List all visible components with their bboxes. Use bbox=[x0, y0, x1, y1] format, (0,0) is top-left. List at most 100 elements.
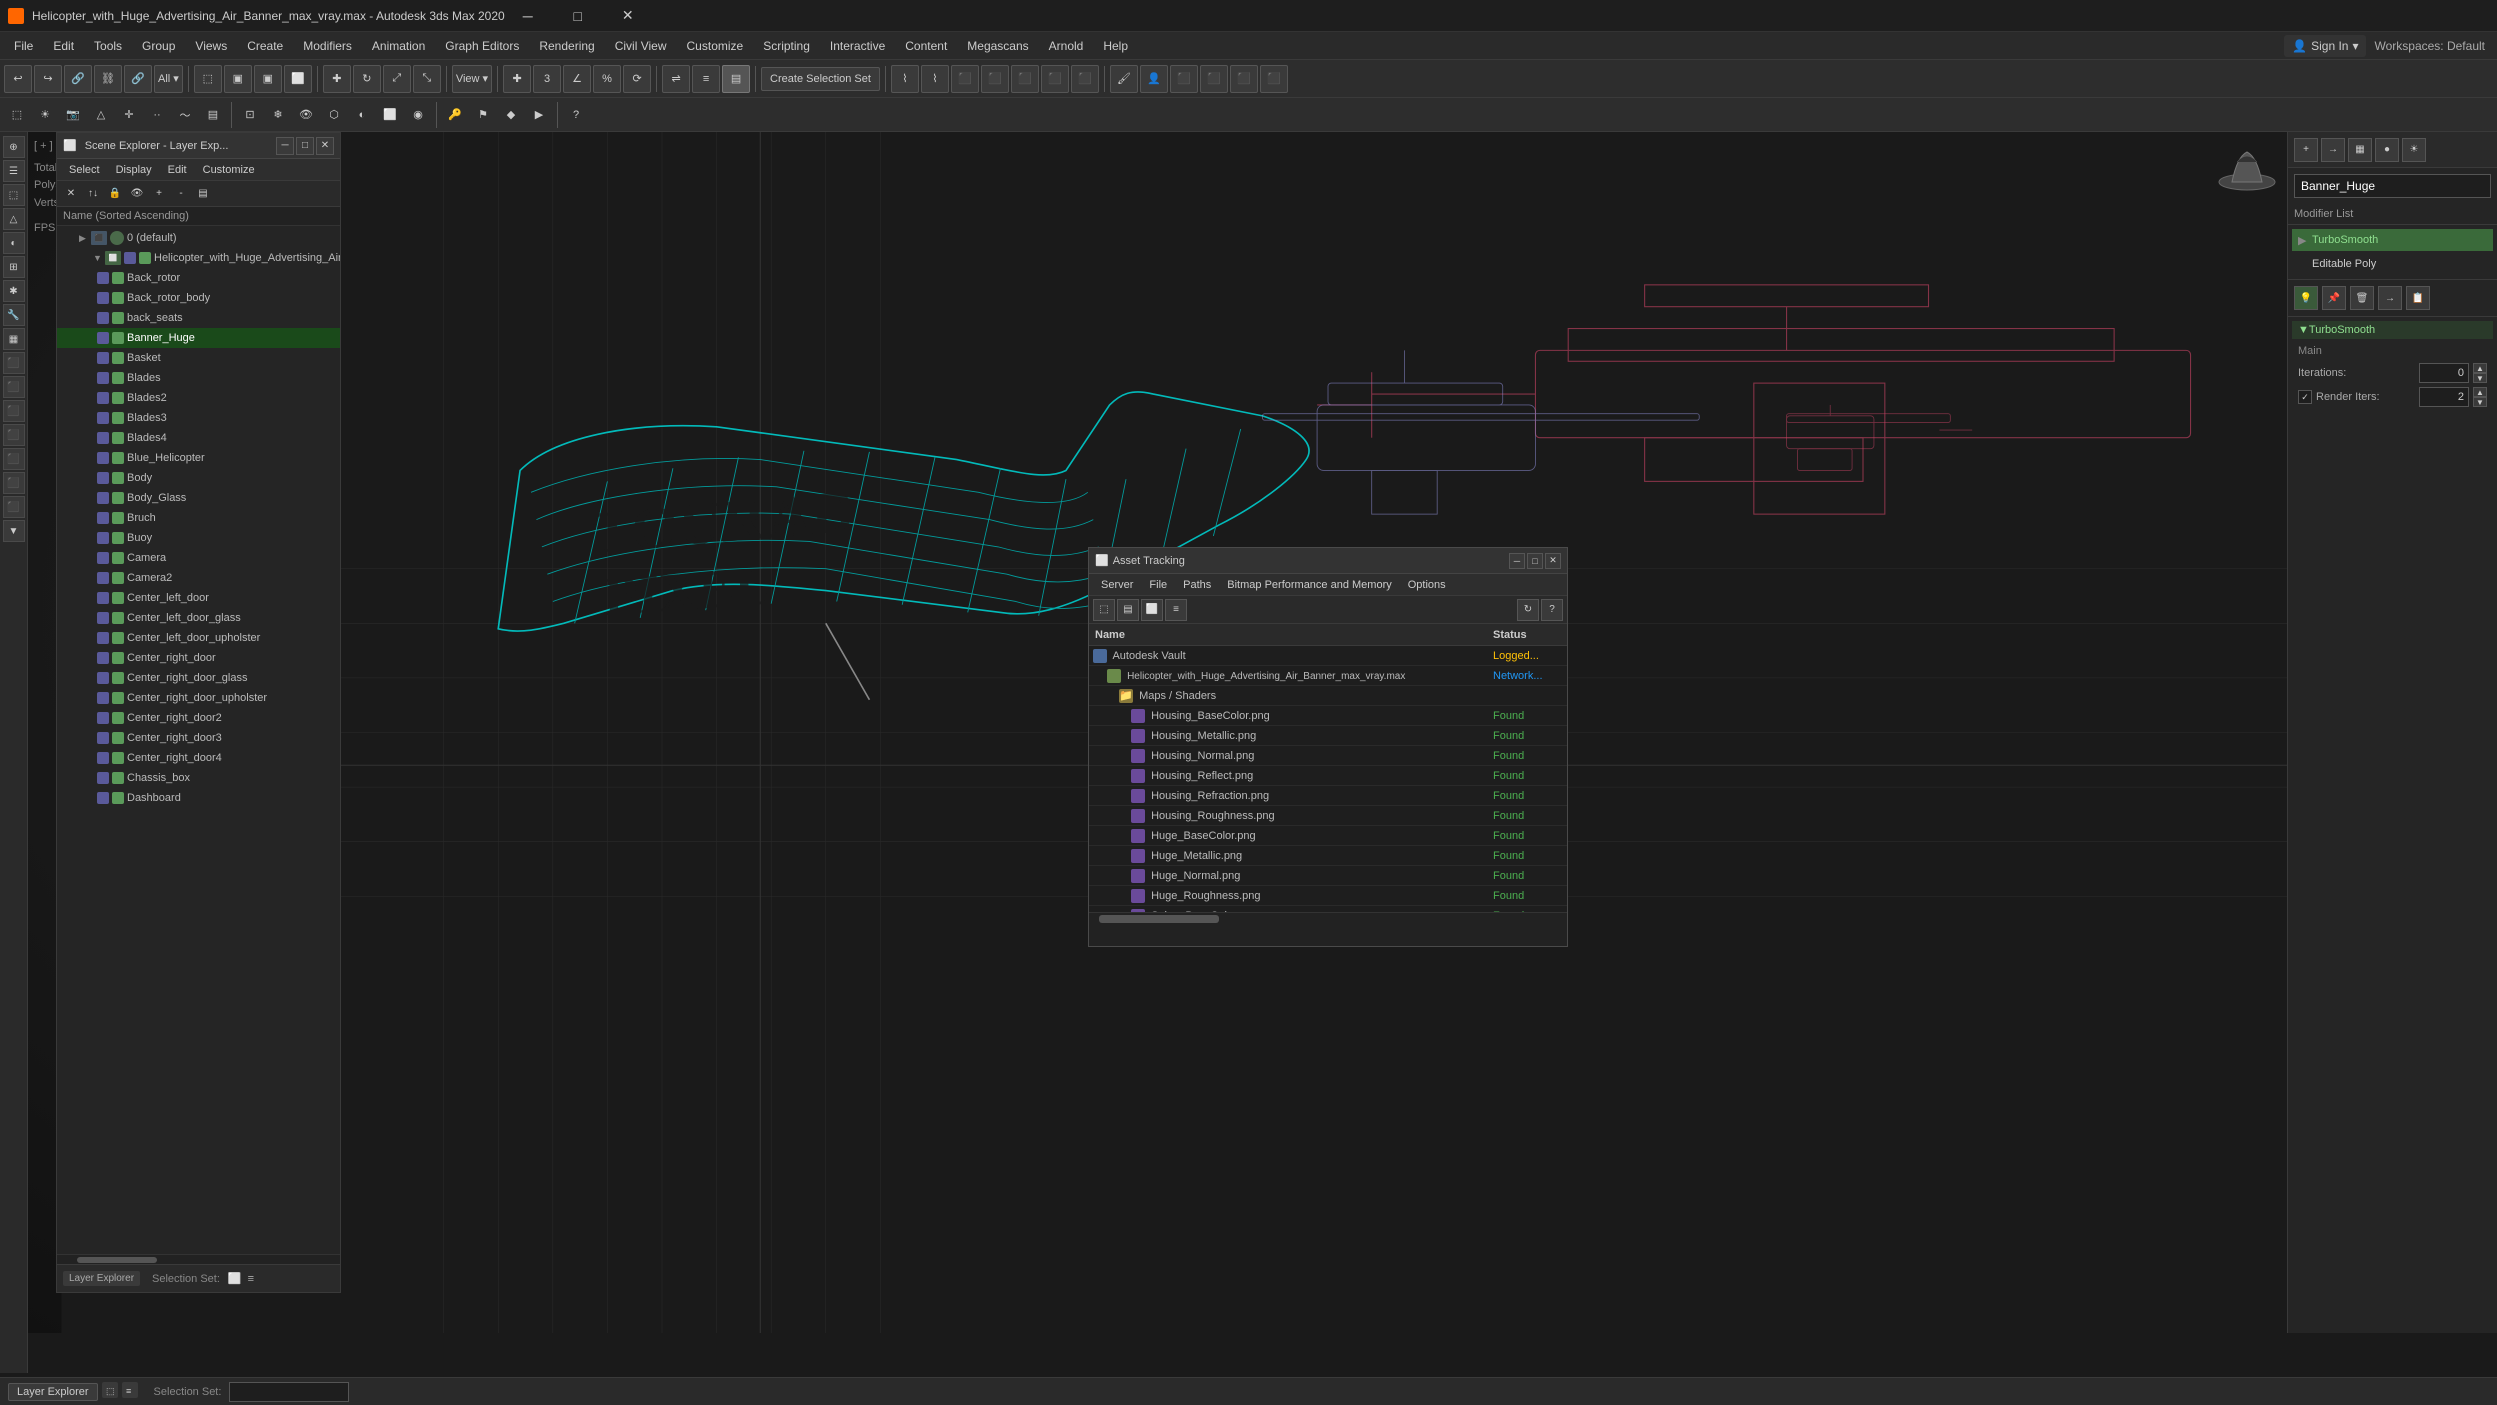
align-button[interactable]: ≡ bbox=[692, 65, 720, 93]
tree-item-back-rotor[interactable]: Back_rotor bbox=[57, 268, 340, 288]
keyframe-btn[interactable]: ◆ bbox=[498, 102, 524, 128]
lt-btn-3[interactable]: ⬚ bbox=[3, 184, 25, 206]
hide-btn[interactable]: 👁 bbox=[293, 102, 319, 128]
tree-item-center-left-door-uph[interactable]: Center_left_door_upholster bbox=[57, 628, 340, 648]
populate[interactable]: 👤 bbox=[1140, 65, 1168, 93]
tree-item-back-seats[interactable]: back_seats bbox=[57, 308, 340, 328]
tree-item-dashboard[interactable]: Dashboard bbox=[57, 788, 340, 808]
tree-item-banner-huge[interactable]: Banner_Huge bbox=[57, 328, 340, 348]
tree-item-blades4[interactable]: Blades4 bbox=[57, 428, 340, 448]
link-button[interactable]: 🔗 bbox=[64, 65, 92, 93]
wire-btn[interactable]: ⬡ bbox=[321, 102, 347, 128]
se-menu-edit[interactable]: Edit bbox=[160, 162, 195, 178]
tree-item-center-right-door3[interactable]: Center_right_door3 bbox=[57, 728, 340, 748]
render-production[interactable]: ⬛ bbox=[1071, 65, 1099, 93]
lt-btn-16[interactable]: ⬛ bbox=[3, 496, 25, 518]
se-tb-close[interactable]: ✕ bbox=[61, 184, 81, 204]
at-row-map9[interactable]: Huge_Roughness.png Found bbox=[1089, 886, 1567, 906]
workspaces-value[interactable]: Default bbox=[2447, 39, 2485, 53]
bottom-icon2[interactable]: ≡ bbox=[122, 1382, 138, 1401]
viewport-3d[interactable]: TOUR AD PIXEL bbox=[28, 132, 2497, 1333]
tree-item-blades2[interactable]: Blades2 bbox=[57, 388, 340, 408]
lt-btn-11[interactable]: ⬛ bbox=[3, 376, 25, 398]
tree-item-center-right-door-uph[interactable]: Center_right_door_upholster bbox=[57, 688, 340, 708]
tree-item-center-right-door[interactable]: Center_right_door bbox=[57, 648, 340, 668]
lt-btn-6[interactable]: ⊞ bbox=[3, 256, 25, 278]
lt-btn-1[interactable]: ⊕ bbox=[3, 136, 25, 158]
ts-render-iters-input[interactable] bbox=[2419, 387, 2469, 407]
ts-header[interactable]: ▼ TurboSmooth bbox=[2292, 321, 2493, 339]
lt-btn-14[interactable]: ⬛ bbox=[3, 448, 25, 470]
at-tb-btn4[interactable]: ≡ bbox=[1165, 599, 1187, 621]
snap-3d[interactable]: 3 bbox=[533, 65, 561, 93]
at-row-map6[interactable]: Huge_BaseColor.png Found bbox=[1089, 826, 1567, 846]
at-row-map4[interactable]: Housing_Refraction.png Found bbox=[1089, 786, 1567, 806]
viewport-mode-button[interactable]: View ▾ bbox=[452, 65, 492, 93]
freeze-btn[interactable]: ❄ bbox=[265, 102, 291, 128]
at-maximize-btn[interactable]: □ bbox=[1527, 553, 1543, 569]
curve-editor[interactable]: ⌇ bbox=[921, 65, 949, 93]
ts-render-checkbox[interactable] bbox=[2298, 390, 2312, 404]
snap-toggle[interactable]: ✚ bbox=[503, 65, 531, 93]
light-btn[interactable]: ☀ bbox=[32, 102, 58, 128]
modifier-editable-poly[interactable]: Editable Poly bbox=[2292, 253, 2493, 275]
auto-key-btn[interactable]: 🔑 bbox=[442, 102, 468, 128]
lt-btn-8[interactable]: 🔧 bbox=[3, 304, 25, 326]
create-selection-set-btn[interactable]: Create Selection Set bbox=[761, 67, 880, 91]
tree-item-center-left-door-glass[interactable]: Center_left_door_glass bbox=[57, 608, 340, 628]
render-frame[interactable]: ⬛ bbox=[1041, 65, 1069, 93]
se-menu-select[interactable]: Select bbox=[61, 162, 108, 178]
rp-create-btn[interactable]: + bbox=[2294, 138, 2318, 162]
maximize-button[interactable]: □ bbox=[555, 0, 601, 32]
select-button[interactable]: ⬚ bbox=[194, 65, 222, 93]
snap-angle[interactable]: ∠ bbox=[563, 65, 591, 93]
ribbon-btn[interactable]: ▤ bbox=[200, 102, 226, 128]
rotate-button[interactable]: ↻ bbox=[353, 65, 381, 93]
helper-btn[interactable]: ✛ bbox=[116, 102, 142, 128]
scale-button[interactable]: ⤢ bbox=[383, 65, 411, 93]
select-filter-dropdown[interactable]: All ▾ bbox=[154, 65, 183, 93]
lt-btn-5[interactable]: ◐ bbox=[3, 232, 25, 254]
rp-pin-icon[interactable]: 📌 bbox=[2322, 286, 2346, 310]
menu-animation[interactable]: Animation bbox=[362, 35, 435, 57]
menu-edit[interactable]: Edit bbox=[43, 35, 84, 57]
extra2[interactable]: ⬛ bbox=[1200, 65, 1228, 93]
schematic[interactable]: ⬛ bbox=[951, 65, 979, 93]
at-minimize-btn[interactable]: ─ bbox=[1509, 553, 1525, 569]
rp-arrow-btn[interactable]: → bbox=[2321, 138, 2345, 162]
lt-btn-9[interactable]: ▦ bbox=[3, 328, 25, 350]
menu-customize[interactable]: Customize bbox=[677, 35, 754, 57]
lt-btn-4[interactable]: △ bbox=[3, 208, 25, 230]
lt-btn-15[interactable]: ⬛ bbox=[3, 472, 25, 494]
at-tb-right1[interactable]: ↻ bbox=[1517, 599, 1539, 621]
se-tb-filter[interactable]: ▤ bbox=[193, 184, 213, 204]
layer-explorer-btn[interactable]: Layer Explorer bbox=[63, 1271, 140, 1286]
selection-set-input[interactable] bbox=[229, 1382, 349, 1402]
extra4[interactable]: ⬛ bbox=[1260, 65, 1288, 93]
rp-arrow2-icon[interactable]: → bbox=[2378, 286, 2402, 310]
lt-btn-17[interactable]: ▼ bbox=[3, 520, 25, 542]
menu-content[interactable]: Content bbox=[895, 35, 957, 57]
se-tb-expand[interactable]: + bbox=[149, 184, 169, 204]
at-menu-options[interactable]: Options bbox=[1400, 577, 1454, 593]
ts-iter-down[interactable]: ▼ bbox=[2473, 373, 2487, 383]
lt-btn-7[interactable]: ✱ bbox=[3, 280, 25, 302]
at-row-map0[interactable]: Housing_BaseColor.png Found bbox=[1089, 706, 1567, 726]
menu-file[interactable]: File bbox=[4, 35, 43, 57]
rp-grid-btn[interactable]: ▦ bbox=[2348, 138, 2372, 162]
menu-group[interactable]: Group bbox=[132, 35, 185, 57]
menu-help[interactable]: Help bbox=[1093, 35, 1138, 57]
select-all-button[interactable]: ▣ bbox=[254, 65, 282, 93]
rp-trash-icon[interactable]: 🗑 bbox=[2350, 286, 2374, 310]
se-icon-1[interactable]: ⬜ bbox=[228, 1272, 242, 1285]
menu-tools[interactable]: Tools bbox=[84, 35, 132, 57]
tree-item-back-rotor-body[interactable]: Back_rotor_body bbox=[57, 288, 340, 308]
snap-spinner[interactable]: ⟳ bbox=[623, 65, 651, 93]
menu-interactive[interactable]: Interactive bbox=[820, 35, 895, 57]
tree-item-blades3[interactable]: Blades3 bbox=[57, 408, 340, 428]
rp-sun-btn[interactable]: ☀ bbox=[2402, 138, 2426, 162]
at-menu-paths[interactable]: Paths bbox=[1175, 577, 1219, 593]
lt-btn-10[interactable]: ⬛ bbox=[3, 352, 25, 374]
particle-btn[interactable]: ·· bbox=[144, 102, 170, 128]
isolate-btn[interactable]: ⊡ bbox=[237, 102, 263, 128]
